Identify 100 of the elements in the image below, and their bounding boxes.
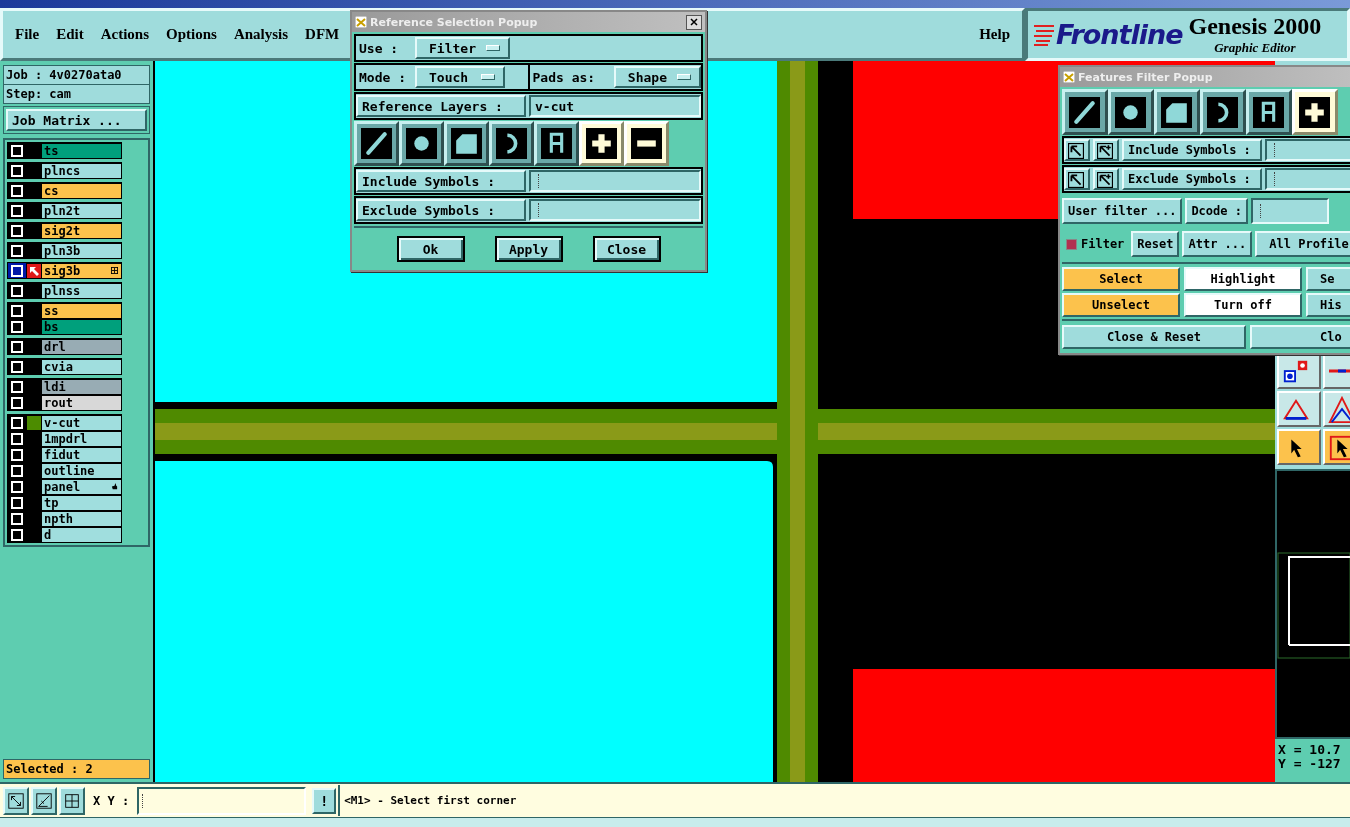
layer-row[interactable]: panel <box>8 479 121 495</box>
layer-row[interactable]: sig2t <box>8 223 121 239</box>
layer-row[interactable]: v-cut <box>8 415 121 431</box>
menu-item[interactable]: DFM <box>305 24 340 46</box>
xy-input-field[interactable] <box>137 786 307 815</box>
pointer-tool-button[interactable] <box>1277 429 1321 466</box>
action-button[interactable]: Highlight <box>1184 267 1302 291</box>
layer-box[interactable] <box>8 463 26 479</box>
layer-row[interactable]: 1mpdrl <box>8 431 121 447</box>
layer-name[interactable]: 1mpdrl <box>42 431 121 446</box>
layer-row[interactable]: d <box>8 527 121 543</box>
layer-row[interactable]: fidut <box>8 447 121 463</box>
action-button[interactable]: Unselect <box>1062 293 1180 317</box>
layer-name[interactable]: bs <box>42 319 121 334</box>
action-button[interactable]: Se <box>1306 267 1350 291</box>
layer-row[interactable]: bs <box>8 319 121 335</box>
reference-layers-button[interactable]: Reference Layers : <box>356 95 526 117</box>
layer-box[interactable] <box>8 415 26 431</box>
layer-box[interactable] <box>8 495 26 511</box>
arc-filter-button[interactable] <box>1200 89 1246 135</box>
action-button[interactable]: Turn off <box>1184 293 1302 317</box>
layer-box[interactable] <box>8 203 26 219</box>
pick-add-button[interactable] <box>1093 168 1119 190</box>
layer-row[interactable]: plnss <box>8 283 121 299</box>
text-filter-button[interactable] <box>534 121 579 166</box>
help-menu[interactable]: Help <box>979 24 1010 46</box>
layer-box[interactable] <box>8 183 26 199</box>
pad-filter-button[interactable] <box>1108 89 1154 135</box>
layer-name[interactable]: rout <box>42 395 121 410</box>
layer-box[interactable] <box>8 511 26 527</box>
include-symbols-button[interactable]: Include Symbols : <box>356 170 526 192</box>
attributes-button[interactable]: Attr ... <box>1182 231 1253 257</box>
layer-row[interactable]: plncs <box>8 163 121 179</box>
menu-item[interactable]: Options <box>166 24 217 46</box>
cut-off-button[interactable]: Clo <box>1250 325 1350 349</box>
layer-name[interactable]: outline <box>42 463 121 478</box>
close-reset-button[interactable]: Close & Reset <box>1062 325 1246 349</box>
layer-name[interactable]: ts <box>42 143 121 158</box>
layer-name[interactable]: pln3b <box>42 243 121 258</box>
layer-row[interactable]: cs <box>8 183 121 199</box>
layer-name[interactable]: v-cut <box>42 415 121 430</box>
dcode-field[interactable] <box>1250 198 1329 224</box>
pads-as-dropdown[interactable]: Shape <box>613 66 701 88</box>
layer-box[interactable] <box>8 243 26 259</box>
layer-row[interactable]: rout <box>8 395 121 411</box>
layer-row[interactable]: npth <box>8 511 121 527</box>
layer-name[interactable]: plncs <box>42 163 121 178</box>
layer-box[interactable] <box>8 223 26 239</box>
layer-name[interactable]: ss <box>42 303 121 318</box>
pick-arrow-button[interactable] <box>1064 168 1090 190</box>
text-filter-button[interactable] <box>1246 89 1292 135</box>
layer-box[interactable] <box>8 379 26 395</box>
pick-arrow-button[interactable] <box>1064 139 1090 161</box>
layer-row[interactable]: drl <box>8 339 121 355</box>
minus-filter-button[interactable] <box>624 121 669 166</box>
layer-box[interactable] <box>8 263 26 279</box>
exclude-symbols-field[interactable] <box>529 199 701 221</box>
zoom-area-button[interactable] <box>3 786 29 815</box>
layer-box[interactable] <box>8 283 26 299</box>
action-button[interactable]: His <box>1306 293 1350 317</box>
layer-swatch[interactable] <box>27 415 41 430</box>
mode-dropdown[interactable]: Touch <box>415 66 505 88</box>
layer-row[interactable]: pln2t <box>8 203 121 219</box>
layer-row[interactable]: ts <box>8 143 121 159</box>
plus-filter-button[interactable] <box>579 121 624 166</box>
layer-box[interactable] <box>8 447 26 463</box>
layer-name[interactable]: sig2t <box>42 223 121 238</box>
dialog-button[interactable]: Close <box>592 236 661 262</box>
layer-box[interactable] <box>8 527 26 543</box>
layer-name[interactable]: plnss <box>42 283 121 298</box>
menu-item[interactable]: Actions <box>100 24 149 46</box>
dialog-button[interactable]: Apply <box>494 236 563 262</box>
exclude-symbols-button[interactable]: Exclude Symbols : <box>356 199 526 221</box>
reference-layers-field[interactable]: v-cut <box>529 95 701 117</box>
layer-row[interactable]: tp <box>8 495 121 511</box>
layer-box[interactable] <box>8 359 26 375</box>
layer-name[interactable]: panel <box>42 479 121 494</box>
layer-name[interactable]: ldi <box>42 379 121 394</box>
layer-name[interactable]: fidut <box>42 447 121 462</box>
include-symbols-button[interactable]: Include Symbols : <box>1122 139 1262 161</box>
layer-name[interactable]: npth <box>42 511 121 526</box>
filter-checkbox[interactable]: Filter <box>1062 231 1129 257</box>
layer-box[interactable] <box>8 143 26 159</box>
use-dropdown[interactable]: Filter <box>415 37 510 59</box>
menu-item[interactable]: File <box>15 24 40 46</box>
layer-box[interactable] <box>8 319 26 335</box>
include-symbols-field[interactable] <box>1265 139 1350 161</box>
line-filter-button[interactable] <box>1062 89 1108 135</box>
exclude-symbols-field[interactable] <box>1265 168 1350 190</box>
triangle-tool-button[interactable] <box>1277 391 1321 428</box>
exclude-symbols-button[interactable]: Exclude Symbols : <box>1122 168 1262 190</box>
dialog-button[interactable]: Ok <box>396 236 465 262</box>
layer-name[interactable]: drl <box>42 339 121 354</box>
layer-row[interactable]: outline <box>8 463 121 479</box>
pick-add-button[interactable] <box>1093 139 1119 161</box>
layer-row[interactable]: pln3b <box>8 243 121 259</box>
job-matrix-button[interactable]: Job Matrix ... <box>6 109 147 132</box>
layer-name[interactable]: cvia <box>42 359 121 374</box>
layer-name[interactable]: tp <box>42 495 121 510</box>
layer-box[interactable] <box>8 303 26 319</box>
